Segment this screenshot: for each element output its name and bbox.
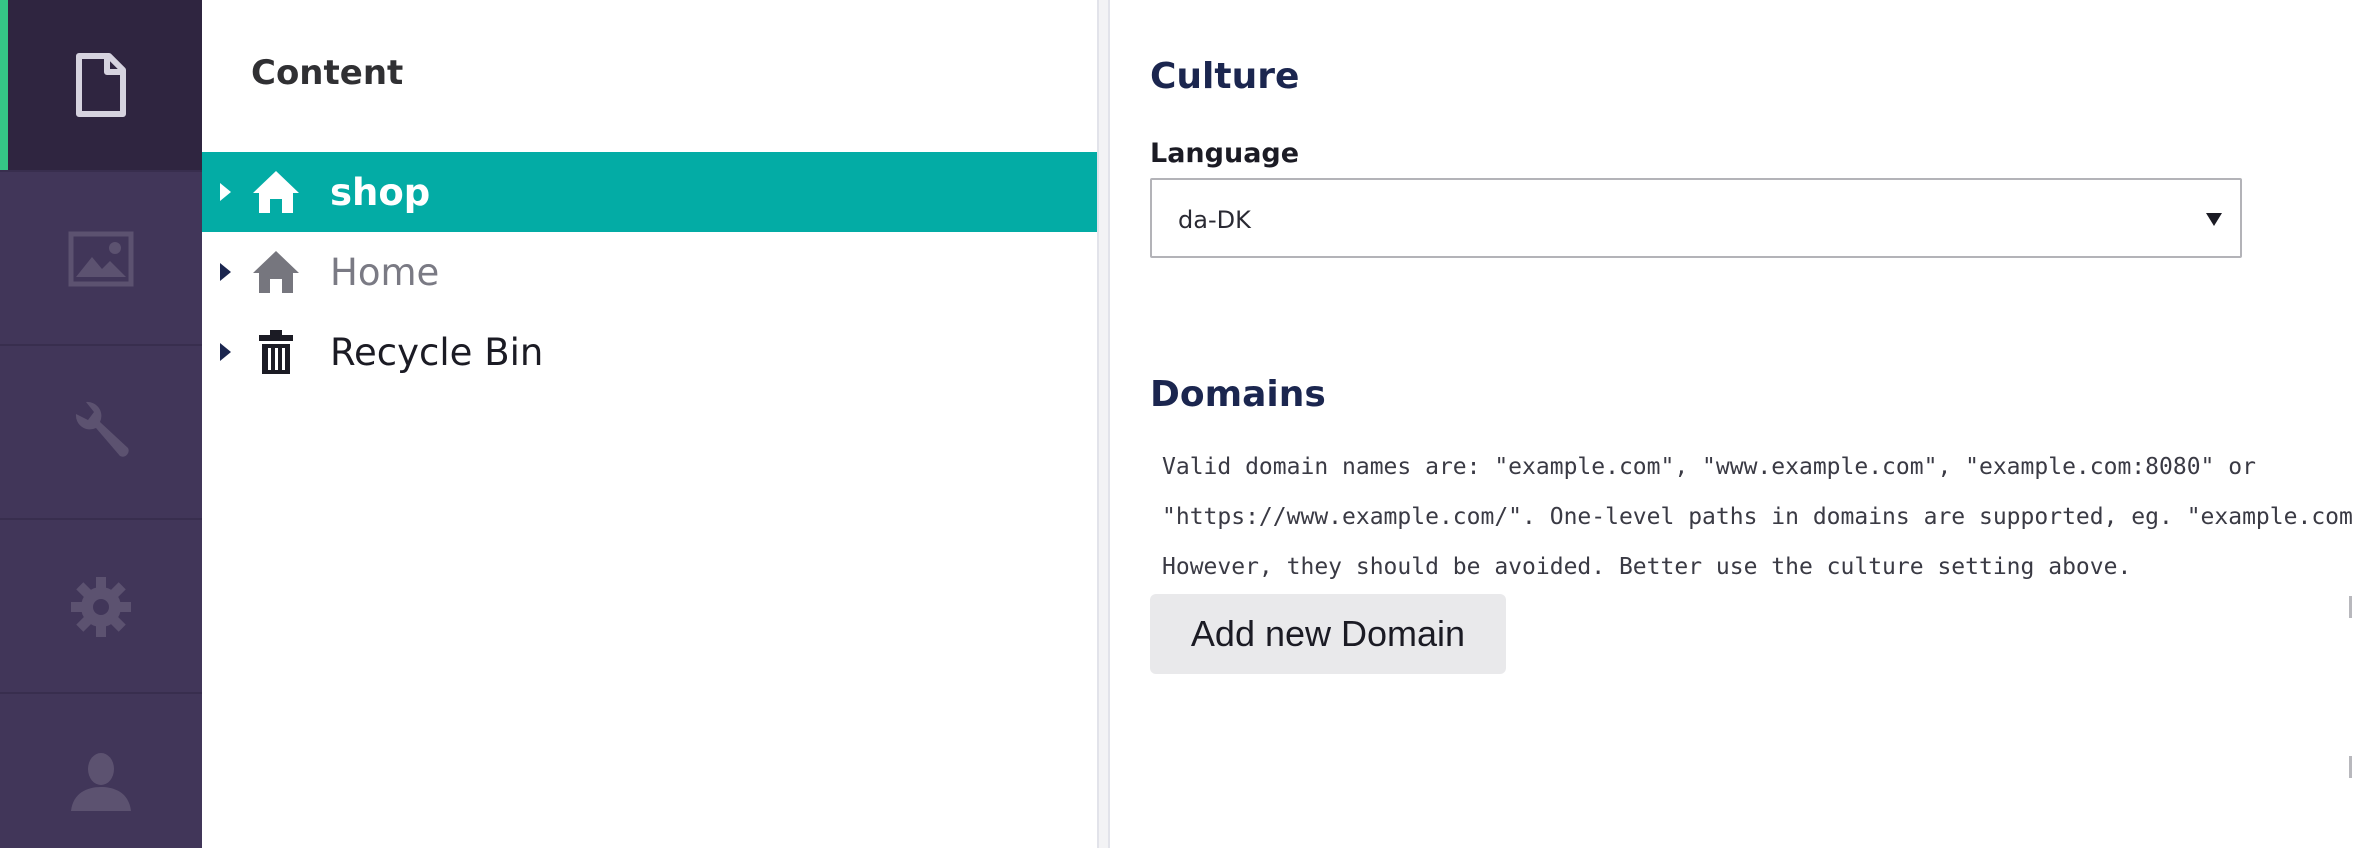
dropdown-arrow-icon (2206, 213, 2222, 226)
tree-item-label: Home (330, 250, 440, 294)
nav-content[interactable] (0, 0, 202, 172)
tree-item-label: shop (330, 170, 431, 214)
culture-title: Culture (1150, 56, 1300, 97)
add-new-domain-button[interactable]: Add new Domain (1150, 594, 1506, 674)
nav-settings-tools[interactable] (0, 348, 202, 520)
gear-icon (71, 577, 131, 637)
language-select[interactable]: da-DK (1150, 178, 2242, 258)
language-select-value: da-DK (1178, 206, 1251, 234)
expand-caret-icon[interactable] (220, 343, 231, 361)
tree-item-recycle-bin[interactable]: Recycle Bin (202, 312, 1097, 392)
culture-domains-dialog: Culture Language da-DK Domains Valid dom… (1110, 0, 2354, 848)
section-nav-rail (0, 0, 202, 848)
trash-icon (250, 326, 302, 378)
document-icon (76, 53, 126, 117)
nav-media[interactable] (0, 174, 202, 346)
language-label: Language (1150, 138, 1300, 169)
resize-handle[interactable] (2349, 596, 2352, 618)
expand-caret-icon[interactable] (220, 263, 231, 281)
domains-title: Domains (1150, 374, 1326, 415)
tree-item-home[interactable]: Home (202, 232, 1097, 312)
image-icon (68, 231, 134, 287)
expand-caret-icon[interactable] (220, 183, 231, 201)
content-tree-panel: Content shop Home Recycle Bin (202, 0, 1099, 848)
user-icon (71, 753, 131, 811)
domains-help-line: "https://www.example.com/". One-level pa… (1162, 504, 2354, 530)
home-icon (250, 166, 302, 218)
tree-item-shop[interactable]: shop (202, 152, 1097, 232)
panel-divider (1099, 0, 1110, 848)
home-icon (250, 246, 302, 298)
resize-handle[interactable] (2349, 756, 2352, 778)
domains-help-line: Valid domain names are: "example.com", "… (1162, 454, 2256, 480)
nav-settings[interactable] (0, 522, 202, 694)
nav-users[interactable] (0, 696, 202, 848)
tree-header: Content (251, 53, 404, 93)
tree-item-label: Recycle Bin (330, 330, 544, 374)
wrench-icon (75, 401, 129, 457)
domains-help-line: However, they should be avoided. Better … (1162, 554, 2132, 580)
